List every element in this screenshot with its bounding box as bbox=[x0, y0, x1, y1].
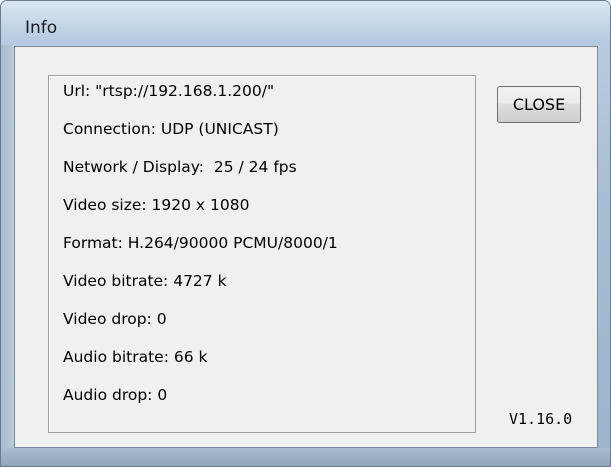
dialog-client-area: Url: "rtsp://192.168.1.200/" Connection:… bbox=[14, 46, 598, 448]
version-label: V1.16.0 bbox=[509, 410, 573, 428]
window-title: Info bbox=[25, 18, 58, 38]
audio-drop-line: Audio drop: 0 bbox=[63, 386, 168, 404]
url-line: Url: "rtsp://192.168.1.200/" bbox=[63, 82, 275, 100]
connection-line: Connection: UDP (UNICAST) bbox=[63, 120, 279, 138]
info-dialog: Info Url: "rtsp://192.168.1.200/" Connec… bbox=[0, 0, 611, 467]
close-button[interactable]: CLOSE bbox=[497, 86, 581, 123]
network-display-line: Network / Display: 25 / 24 fps bbox=[63, 158, 297, 176]
title-bar[interactable]: Info bbox=[1, 1, 610, 45]
audio-bitrate-line: Audio bitrate: 66 k bbox=[63, 348, 208, 366]
format-line: Format: H.264/90000 PCMU/8000/1 bbox=[63, 234, 338, 252]
info-panel: Url: "rtsp://192.168.1.200/" Connection:… bbox=[48, 75, 476, 433]
video-drop-line: Video drop: 0 bbox=[63, 310, 167, 328]
window-frame-left bbox=[1, 45, 14, 466]
window-frame-bottom bbox=[1, 448, 610, 466]
video-bitrate-line: Video bitrate: 4727 k bbox=[63, 272, 227, 290]
video-size-line: Video size: 1920 x 1080 bbox=[63, 196, 250, 214]
